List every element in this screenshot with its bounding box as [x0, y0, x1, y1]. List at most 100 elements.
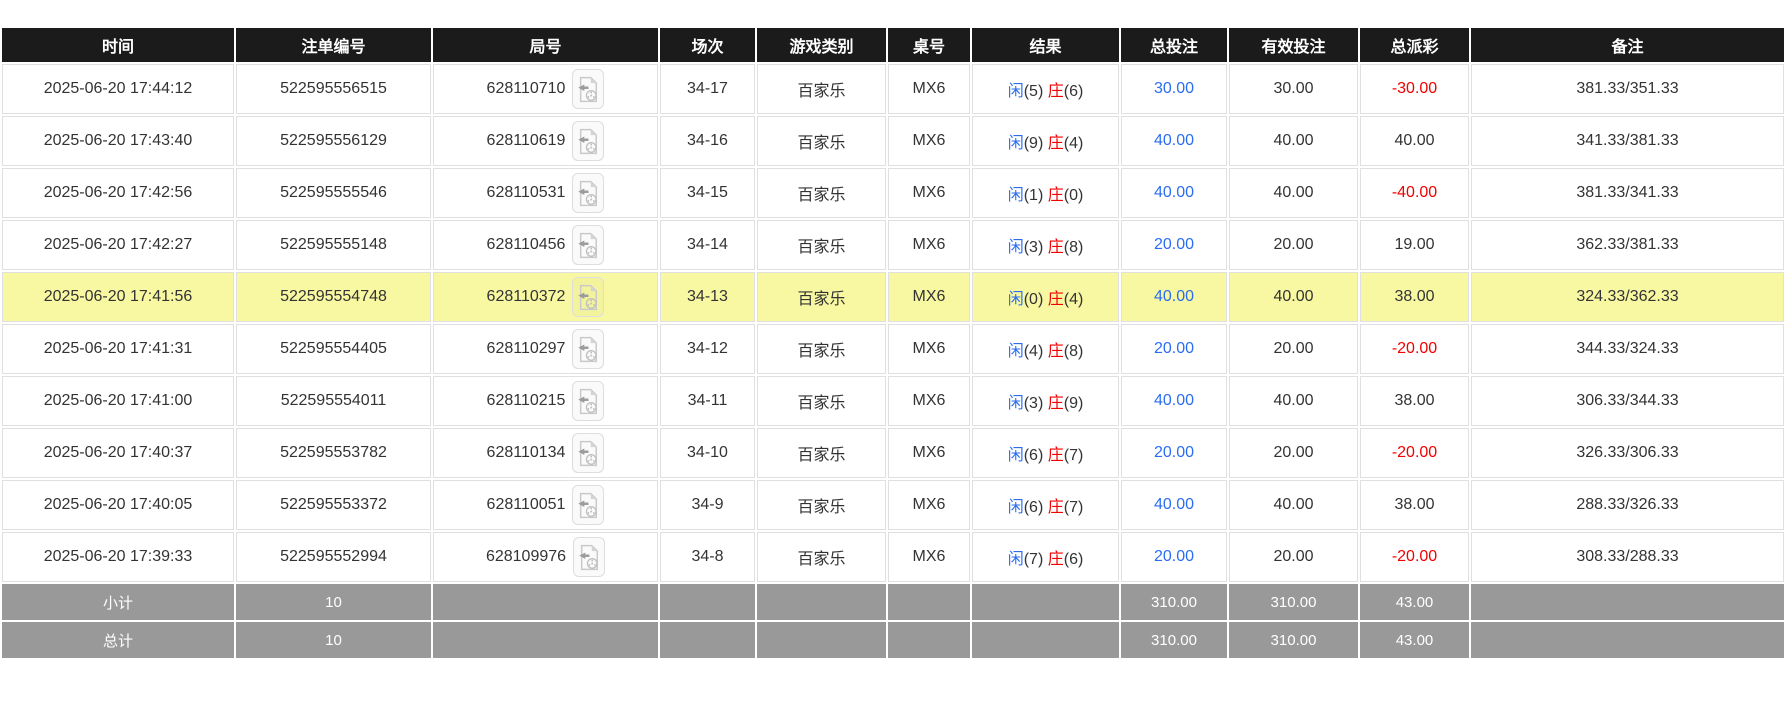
round-id-group: 628110372: [438, 277, 653, 317]
cell-valid-bet: 20.00: [1229, 428, 1358, 478]
cell-result: 闲(7) 庄(6): [972, 532, 1119, 582]
record-row[interactable]: 2025-06-20 17:39:33 522595552994 628109976…: [2, 532, 1784, 582]
cell-time: 2025-06-20 17:43:40: [2, 116, 234, 166]
cell-game-type: 百家乐: [757, 64, 886, 114]
cell-remark: 324.33/362.33: [1471, 272, 1784, 322]
cell-round-id: 628110297: [433, 324, 658, 374]
video-file-icon: [578, 76, 598, 102]
banker-label: 庄: [1047, 395, 1064, 412]
cell-valid-bet: 20.00: [1229, 220, 1358, 270]
record-row[interactable]: 2025-06-20 17:40:37 522595553782 628110134…: [2, 428, 1784, 478]
player-label: 闲: [1007, 239, 1024, 256]
col-header-result: 结果: [972, 28, 1119, 62]
cell-session: 34-14: [660, 220, 755, 270]
header-row: 时间 注单编号 局号 场次 游戏类别 桌号 结果 总投注 有效投注 总派彩 备注: [2, 28, 1784, 62]
cell-table-no: MX6: [888, 272, 970, 322]
round-id-group: 628110297: [438, 329, 653, 369]
cell-remark: 308.33/288.33: [1471, 532, 1784, 582]
cell-total-payout: 19.00: [1360, 220, 1469, 270]
replay-video-button[interactable]: [572, 433, 605, 473]
player-label: 闲: [1007, 291, 1024, 308]
banker-score: (6): [1063, 551, 1084, 568]
replay-video-button[interactable]: [572, 69, 605, 109]
summary-empty-session: [660, 622, 755, 658]
player-score: (4): [1023, 343, 1048, 360]
cell-game-type: 百家乐: [757, 272, 886, 322]
round-id-group: 628110051: [438, 485, 653, 525]
cell-session: 34-13: [660, 272, 755, 322]
cell-time: 2025-06-20 17:40:37: [2, 428, 234, 478]
grand-total-row: 总计 10 310.00 310.00 43.00: [2, 622, 1784, 658]
round-id-value: 628110297: [486, 340, 566, 357]
replay-video-button[interactable]: [572, 329, 605, 369]
round-id-value: 628109976: [485, 548, 567, 565]
cell-round-id: 628110134: [433, 428, 658, 478]
summary-count: 10: [236, 622, 431, 658]
cell-table-no: MX6: [888, 532, 970, 582]
replay-video-button[interactable]: [572, 381, 605, 421]
col-header-valid-bet: 有效投注: [1229, 28, 1358, 62]
summary-empty-table-no: [888, 622, 970, 658]
record-row[interactable]: 2025-06-20 17:42:56 522595555546 628110531…: [2, 168, 1784, 218]
cell-bet-id: 522595554011: [236, 376, 431, 426]
player-score: (7): [1023, 551, 1048, 568]
cell-valid-bet: 40.00: [1229, 116, 1358, 166]
record-row[interactable]: 2025-06-20 17:41:56 522595554748 628110372…: [2, 272, 1784, 322]
cell-table-no: MX6: [888, 168, 970, 218]
player-score: (6): [1023, 447, 1048, 464]
banker-score: (9): [1063, 395, 1084, 412]
record-row[interactable]: 2025-06-20 17:44:12 522595556515 628110710…: [2, 64, 1784, 114]
summary-empty-table-no: [888, 584, 970, 620]
cell-valid-bet: 40.00: [1229, 168, 1358, 218]
cell-remark: 381.33/351.33: [1471, 64, 1784, 114]
round-id-value: 628110531: [486, 184, 566, 201]
cell-time: 2025-06-20 17:39:33: [2, 532, 234, 582]
record-row[interactable]: 2025-06-20 17:41:00 522595554011 628110215…: [2, 376, 1784, 426]
replay-video-button[interactable]: [572, 121, 605, 161]
replay-video-button[interactable]: [572, 173, 605, 213]
cell-total-bet: 40.00: [1121, 168, 1227, 218]
player-score: (6): [1023, 499, 1048, 516]
round-id-group: 628110710: [438, 69, 653, 109]
replay-video-button[interactable]: [572, 225, 605, 265]
col-header-game-type: 游戏类别: [757, 28, 886, 62]
cell-game-type: 百家乐: [757, 532, 886, 582]
record-row[interactable]: 2025-06-20 17:41:31 522595554405 628110297…: [2, 324, 1784, 374]
cell-remark: 344.33/324.33: [1471, 324, 1784, 374]
cell-time: 2025-06-20 17:41:00: [2, 376, 234, 426]
player-label: 闲: [1007, 343, 1024, 360]
cell-result: 闲(6) 庄(7): [972, 480, 1119, 530]
cell-bet-id: 522595553782: [236, 428, 431, 478]
video-file-icon: [578, 128, 598, 154]
cell-table-no: MX6: [888, 480, 970, 530]
replay-video-button[interactable]: [573, 537, 606, 577]
round-id-group: 628110134: [438, 433, 653, 473]
cell-time: 2025-06-20 17:40:05: [2, 480, 234, 530]
col-header-total-bet: 总投注: [1121, 28, 1227, 62]
cell-total-payout: -40.00: [1360, 168, 1469, 218]
banker-score: (4): [1063, 291, 1084, 308]
replay-video-button[interactable]: [572, 485, 605, 525]
cell-session: 34-17: [660, 64, 755, 114]
banker-label: 庄: [1047, 291, 1064, 308]
record-row[interactable]: 2025-06-20 17:40:05 522595553372 628110051…: [2, 480, 1784, 530]
cell-total-payout: 38.00: [1360, 376, 1469, 426]
banker-score: (7): [1063, 499, 1084, 516]
cell-session: 34-8: [660, 532, 755, 582]
summary-count: 10: [236, 584, 431, 620]
record-row[interactable]: 2025-06-20 17:42:27 522595555148 628110456…: [2, 220, 1784, 270]
col-header-time: 时间: [2, 28, 234, 62]
cell-game-type: 百家乐: [757, 376, 886, 426]
cell-valid-bet: 30.00: [1229, 64, 1358, 114]
record-row[interactable]: 2025-06-20 17:43:40 522595556129 628110619…: [2, 116, 1784, 166]
banker-score: (7): [1063, 447, 1084, 464]
round-id-value: 628110051: [486, 496, 566, 513]
replay-video-button[interactable]: [572, 277, 605, 317]
col-header-remark: 备注: [1471, 28, 1784, 62]
summary-empty-round: [433, 622, 658, 658]
cell-session: 34-9: [660, 480, 755, 530]
round-id-value: 628110619: [486, 132, 566, 149]
cell-game-type: 百家乐: [757, 220, 886, 270]
cell-total-bet: 40.00: [1121, 116, 1227, 166]
cell-valid-bet: 20.00: [1229, 324, 1358, 374]
